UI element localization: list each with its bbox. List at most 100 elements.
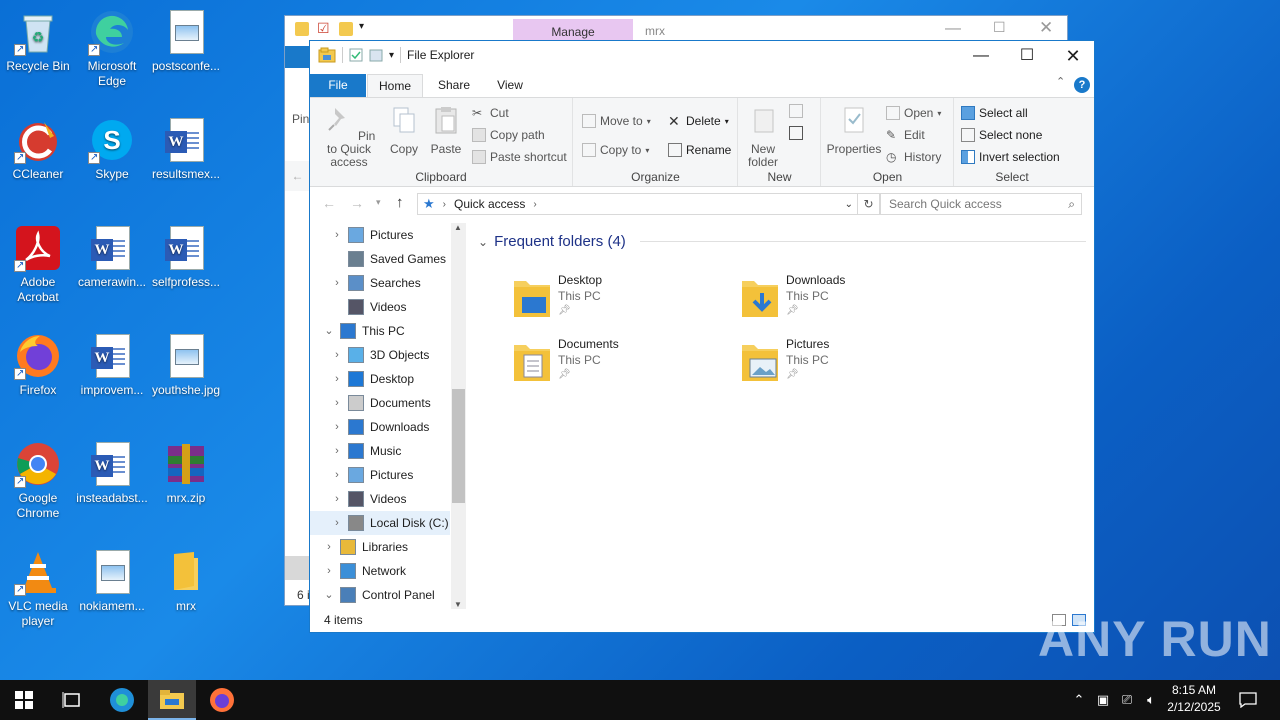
properties-icon[interactable] — [349, 48, 363, 62]
pin-icon[interactable]: 📌︎ — [558, 305, 571, 316]
back-arrow-icon[interactable]: ← — [285, 161, 310, 191]
collapse-chevron-icon[interactable]: ⌄ — [478, 235, 488, 249]
desktop-icon-insteadabst[interactable]: Winsteadabst... — [74, 440, 150, 506]
address-bar[interactable]: ★ › Quick access › ⌄ — [417, 193, 858, 215]
chevron-right-icon[interactable]: › — [330, 511, 344, 535]
qat-dropdown-icon[interactable]: ▾ — [359, 21, 364, 32]
tab-share[interactable]: Share — [430, 74, 478, 97]
new-item-icon[interactable] — [789, 104, 803, 118]
notifications-button[interactable] — [1236, 680, 1260, 720]
chevron-right-icon[interactable]: › — [330, 223, 344, 247]
close-icon[interactable]: ✕ — [1039, 18, 1053, 38]
desktop-icon-microsoft-edge[interactable]: Microsoft Edge — [74, 8, 150, 89]
desktop-icon-google-chrome[interactable]: Google Chrome — [0, 440, 76, 521]
open-button[interactable]: Open ▾ — [886, 106, 941, 120]
tab-home[interactable]: Home — [367, 74, 423, 97]
clock[interactable]: 8:15 AM 2/12/2025 — [1156, 682, 1232, 716]
nav-item-videos[interactable]: › Videos — [330, 487, 406, 511]
desktop-icon-vlc-media-player[interactable]: VLC media player — [0, 548, 76, 629]
nav-item-downloads[interactable]: › Downloads — [330, 415, 429, 439]
refresh-button[interactable]: ↻ — [858, 193, 880, 215]
copy-path-button[interactable]: Copy path — [472, 128, 545, 142]
desktop-icon-youthshe-jpg[interactable]: youthshe.jpg — [148, 332, 224, 398]
collapse-ribbon-icon[interactable]: ⌃ — [1056, 75, 1065, 88]
nav-item-control-panel[interactable]: ⌄ Control Panel — [322, 583, 435, 607]
new-folder-icon[interactable] — [339, 22, 353, 36]
select-none-button[interactable]: Select none — [961, 128, 1042, 142]
desktop-icon-resultsmex[interactable]: Wresultsmex... — [148, 116, 224, 182]
chevron-right-icon[interactable]: › — [330, 439, 344, 463]
recent-locations-icon[interactable]: ▾ — [376, 197, 381, 208]
file-explorer-window[interactable]: ▾ File Explorer — ☐ ✕ File Home Share Vi… — [309, 40, 1095, 633]
nav-item-local-disk-c[interactable]: › Local Disk (C:) — [310, 511, 450, 535]
frequent-folder-pictures[interactable]: Pictures This PC 📌︎ — [740, 337, 940, 393]
chevron-right-icon[interactable]: › — [443, 199, 446, 210]
desktop-icon-ccleaner[interactable]: CCleaner — [0, 116, 76, 182]
up-button[interactable]: ↑ — [396, 194, 404, 211]
nav-scrollbar[interactable]: ▲ ▼ — [451, 223, 466, 609]
manage-context-tab[interactable]: Manage — [513, 19, 633, 41]
rename-button[interactable]: Rename — [668, 143, 731, 157]
frequent-folder-documents[interactable]: Documents This PC 📌︎ — [512, 337, 712, 393]
frequent-folders-header[interactable]: ⌄ Frequent folders (4) — [478, 233, 1086, 250]
desktop-icon-firefox[interactable]: Firefox — [0, 332, 76, 398]
desktop-icon-mrx[interactable]: mrx — [148, 548, 224, 614]
chevron-down-icon[interactable]: ⌄ — [322, 319, 336, 343]
chevron-right-icon[interactable]: › — [533, 199, 536, 210]
cut-button[interactable]: ✂ Cut — [472, 106, 509, 120]
chevron-right-icon[interactable]: › — [330, 415, 344, 439]
back-button[interactable]: ← — [322, 195, 336, 211]
nav-item-desktop[interactable]: › Desktop — [330, 367, 414, 391]
close-button[interactable]: ✕ — [1050, 41, 1096, 71]
pin-icon[interactable]: 📌︎ — [558, 369, 571, 380]
forward-button[interactable]: → — [350, 195, 364, 211]
copy-to-button[interactable]: Copy to ▾ — [582, 143, 649, 157]
copy-button[interactable]: Copy — [386, 104, 422, 156]
device-tray-icon[interactable]: ▣ — [1092, 680, 1114, 720]
nav-item-saved-games[interactable]: Saved Games — [330, 247, 446, 271]
navigation-pane[interactable]: › Pictures Saved Games › Searches Videos ⌄ This… — [310, 223, 468, 609]
chevron-down-icon[interactable]: ⌄ — [322, 583, 336, 607]
desktop-icon-camerawin[interactable]: Wcamerawin... — [74, 224, 150, 290]
search-input[interactable]: Search Quick access ⌕ — [880, 193, 1082, 215]
chevron-right-icon[interactable]: › — [330, 343, 344, 367]
nav-scroll-thumb[interactable] — [452, 389, 465, 503]
desktop-icon-postsconfe[interactable]: postsconfe... — [148, 8, 224, 74]
scroll-up-icon[interactable]: ▲ — [454, 223, 462, 232]
desktop-icon-selfprofess[interactable]: Wselfprofess... — [148, 224, 224, 290]
maximize-icon[interactable]: ☐ — [993, 19, 1006, 36]
taskbar-file-explorer[interactable] — [148, 680, 196, 720]
address-path[interactable]: Quick access — [454, 197, 525, 211]
nav-item-3d-objects[interactable]: › 3D Objects — [330, 343, 429, 367]
desktop-icon-adobe-acrobat[interactable]: Adobe Acrobat — [0, 224, 76, 305]
invert-selection-button[interactable]: Invert selection — [961, 150, 1060, 164]
nav-item-videos[interactable]: Videos — [330, 295, 406, 319]
taskbar-edge[interactable] — [98, 680, 146, 720]
pin-icon[interactable]: 📌︎ — [786, 369, 799, 380]
history-button[interactable]: ◷ History — [886, 150, 941, 164]
chevron-right-icon[interactable]: › — [322, 559, 336, 583]
desktop-icon-nokiamem[interactable]: nokiamem... — [74, 548, 150, 614]
edit-button[interactable]: ✎ Edit — [886, 128, 925, 142]
chevron-right-icon[interactable]: › — [330, 367, 344, 391]
move-to-button[interactable]: Move to ▾ — [582, 114, 651, 128]
paste-button[interactable]: Paste — [426, 104, 466, 156]
nav-item-searches[interactable]: › Searches — [330, 271, 421, 295]
chevron-right-icon[interactable]: › — [330, 487, 344, 511]
task-view-button[interactable] — [48, 680, 96, 720]
frequent-folder-downloads[interactable]: Downloads This PC 📌︎ — [740, 273, 940, 329]
help-icon[interactable]: ? — [1074, 77, 1090, 93]
nav-item-documents[interactable]: › Documents — [330, 391, 431, 415]
desktop-icon-mrx-zip[interactable]: mrx.zip — [148, 440, 224, 506]
chevron-right-icon[interactable]: › — [330, 463, 344, 487]
select-all-button[interactable]: Select all — [961, 106, 1028, 120]
nav-item-this-pc[interactable]: ⌄ This PC — [322, 319, 405, 343]
pin-icon[interactable]: 📌︎ — [786, 305, 799, 316]
network-icon[interactable]: ⎚ — [1116, 680, 1138, 720]
start-button[interactable] — [0, 680, 48, 720]
tab-file[interactable]: File — [310, 74, 366, 97]
chevron-right-icon[interactable]: › — [330, 271, 344, 295]
frequent-folder-desktop[interactable]: Desktop This PC 📌︎ — [512, 273, 712, 329]
bg-file-tab[interactable] — [285, 46, 310, 68]
title-bar[interactable]: ▾ File Explorer — ☐ ✕ — [310, 41, 1094, 71]
